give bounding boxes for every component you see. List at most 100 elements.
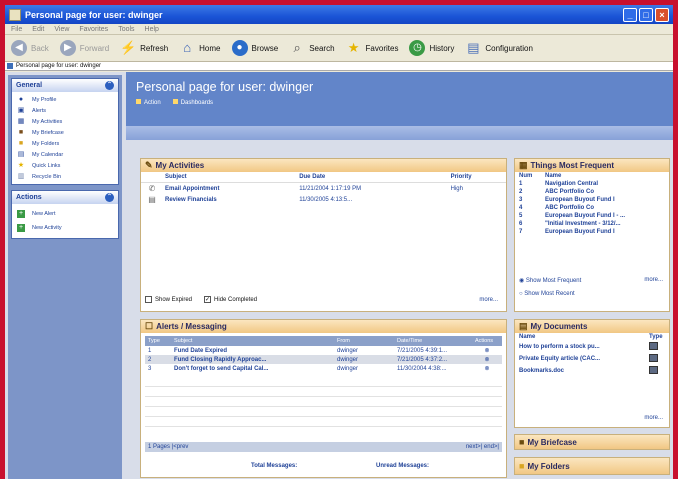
column-type[interactable]: Type (145, 336, 171, 346)
list-item[interactable]: Bookmarks.doc (515, 365, 669, 377)
show-most-frequent-option[interactable]: ◉ Show Most Frequent (519, 277, 581, 284)
sidebar-item-new-alert[interactable]: + New Alert (12, 207, 118, 221)
sidebar-item-alerts[interactable]: ▣ Alerts (12, 105, 118, 116)
list-item[interactable]: Private Equity article (CAC... (515, 353, 669, 365)
sidebar-item-quick-links[interactable]: ★ Quick Links (12, 160, 118, 171)
column-num: Num (519, 173, 533, 179)
header-band (126, 126, 673, 140)
alerts-pager: 1 Pages |<prev next>| end>| (145, 442, 502, 452)
table-row[interactable]: 1 Fund Date Expired dwinger 7/21/2005 4:… (145, 346, 502, 355)
sidebar-item-my-calendar[interactable]: ▤ My Calendar (12, 149, 118, 160)
hide-completed-option[interactable]: ✓ Hide Completed (204, 295, 257, 303)
radio-selected-icon[interactable]: ◉ (519, 278, 524, 284)
documents-header: ▤ My Documents (515, 320, 669, 333)
search-button[interactable]: ⌕ Search (289, 40, 335, 56)
list-item[interactable]: 1 Navigation Central (515, 180, 669, 188)
address-text: Personal page for user: dwinger (16, 63, 102, 69)
sidebar-item-my-folders[interactable]: ■ My Folders (12, 138, 118, 149)
table-row[interactable]: ▤ Review Financials 11/30/2005 4:13:5... (141, 194, 506, 205)
left-sidebar: General ⌃ ● My Profile ▣ Alerts ▦ My Activi… (8, 75, 122, 479)
header-link-action[interactable]: Action (136, 99, 161, 106)
actions-panel-header[interactable]: Actions ⌃ (12, 191, 118, 204)
toolbar: ◀ Back ▶ Forward ⚡ Refresh ⌂ Home ● Browse ⌕ S… (5, 35, 673, 62)
forward-button[interactable]: ▶ Forward (59, 40, 109, 56)
menu-favorites[interactable]: Favorites (79, 26, 108, 33)
list-item[interactable]: How to perform a stock pu... (515, 341, 669, 353)
column-subject[interactable]: Subject (171, 336, 334, 346)
app-icon (9, 8, 21, 21)
activities-box: ✎ My Activities Subject Due Date Priority… (140, 158, 507, 312)
sidebar-item-my-profile[interactable]: ● My Profile (12, 94, 118, 105)
menu-help[interactable]: Help (145, 26, 159, 33)
menu-edit[interactable]: Edit (32, 26, 44, 33)
collapse-icon[interactable]: ⌃ (105, 81, 114, 90)
column-priority[interactable]: Priority (448, 172, 506, 183)
column-date-time[interactable]: Date/Time (394, 336, 472, 346)
activities-icon: ▦ (17, 117, 25, 125)
configuration-icon: ▤ (467, 40, 480, 55)
file-type-icon (649, 366, 658, 374)
show-expired-checkbox[interactable] (145, 295, 152, 303)
sidebar-item-new-activity[interactable]: + New Activity (12, 221, 118, 235)
show-most-recent-option[interactable]: ○ Show Most Recent (519, 291, 575, 297)
delete-icon[interactable]: ⊗ (472, 346, 502, 355)
collapse-icon[interactable]: ⌃ (105, 193, 114, 202)
general-panel-header[interactable]: General ⌃ (12, 79, 118, 92)
menu-tools[interactable]: Tools (118, 26, 134, 33)
column-subject[interactable]: Subject (163, 172, 298, 183)
list-item[interactable]: 4 ABC Portfolio Co (515, 204, 669, 212)
list-item[interactable]: 6 "Initial Investment - 3/12/... (515, 220, 669, 228)
browse-button[interactable]: ● Browse (231, 40, 278, 56)
header-link-dashboards[interactable]: Dashboards (172, 99, 213, 106)
activities-more-link[interactable]: more... (479, 297, 498, 303)
list-item[interactable]: 5 European Buyout Fund I - ... (515, 212, 669, 220)
frequent-table: Num Name 1 Navigation Central 2 ABC Portfol… (515, 172, 669, 236)
alert-icon: ▣ (17, 106, 25, 114)
frequent-box: ▦ Things Most Frequent Num Name 1 Navigatio… (514, 158, 670, 312)
favorites-button[interactable]: ★ Favorites (346, 40, 399, 56)
address-bar[interactable]: Personal page for user: dwinger (5, 62, 673, 71)
back-button[interactable]: ◀ Back (11, 40, 49, 56)
column-from[interactable]: From (334, 336, 394, 346)
globe-icon: ● (231, 40, 248, 56)
menu-file[interactable]: File (11, 26, 22, 33)
close-button[interactable]: × (655, 7, 669, 22)
title-bar: Personal page for user: dwinger _ □ × (5, 5, 673, 24)
sidebar-item-recycle-bin[interactable]: ▥ Recycle Bin (12, 171, 118, 182)
star-icon: ★ (17, 161, 25, 169)
configuration-button[interactable]: ▤ Configuration (465, 40, 533, 56)
maximize-button[interactable]: □ (639, 7, 653, 22)
calendar-icon: ▤ (17, 150, 25, 158)
list-item[interactable]: 2 ABC Portfolio Co (515, 188, 669, 196)
person-icon: ● (18, 95, 24, 103)
table-row[interactable]: 3 Don't forget to send Capital Cal... dw… (145, 364, 502, 373)
hide-completed-checkbox[interactable]: ✓ (204, 295, 212, 303)
history-button[interactable]: ◷ History (409, 40, 454, 56)
column-name: Name (545, 173, 562, 179)
delete-icon[interactable]: ⊗ (472, 355, 502, 364)
sidebar-item-my-briefcase[interactable]: ■ My Briefcase (12, 127, 118, 138)
briefcase-header[interactable]: ■ My Briefcase (515, 435, 669, 449)
general-list: ● My Profile ▣ Alerts ▦ My Activities ■ My B… (12, 92, 118, 184)
frequent-more-link[interactable]: more... (644, 277, 663, 283)
show-expired-option[interactable]: Show Expired (145, 295, 192, 303)
list-item[interactable]: 3 European Buyout Fund I (515, 196, 669, 204)
history-icon: ◷ (409, 40, 426, 56)
menu-view[interactable]: View (54, 26, 69, 33)
delete-icon[interactable]: ⊗ (472, 364, 502, 373)
total-messages: Total Messages: (251, 463, 298, 469)
action-icon (136, 99, 141, 104)
radio-icon[interactable]: ○ (519, 291, 523, 297)
pager-prev[interactable]: 1 Pages |<prev (148, 444, 188, 450)
refresh-button[interactable]: ⚡ Refresh (120, 40, 168, 56)
table-row[interactable]: 2 Fund Closing Rapidly Approac... dwinge… (145, 355, 502, 364)
pager-next[interactable]: next>| end>| (466, 444, 499, 450)
home-button[interactable]: ⌂ Home (179, 40, 220, 56)
list-item[interactable]: 7 European Buyout Fund I (515, 228, 669, 236)
documents-more-link[interactable]: more... (644, 415, 663, 421)
folders-header[interactable]: ■ My Folders (515, 458, 669, 474)
minimize-button[interactable]: _ (623, 7, 637, 22)
sidebar-item-my-activities[interactable]: ▦ My Activities (12, 116, 118, 127)
table-row[interactable]: ✆ Email Appointment 11/21/2004 1:17:19 P… (141, 183, 506, 195)
column-due-date[interactable]: Due Date (297, 172, 449, 183)
